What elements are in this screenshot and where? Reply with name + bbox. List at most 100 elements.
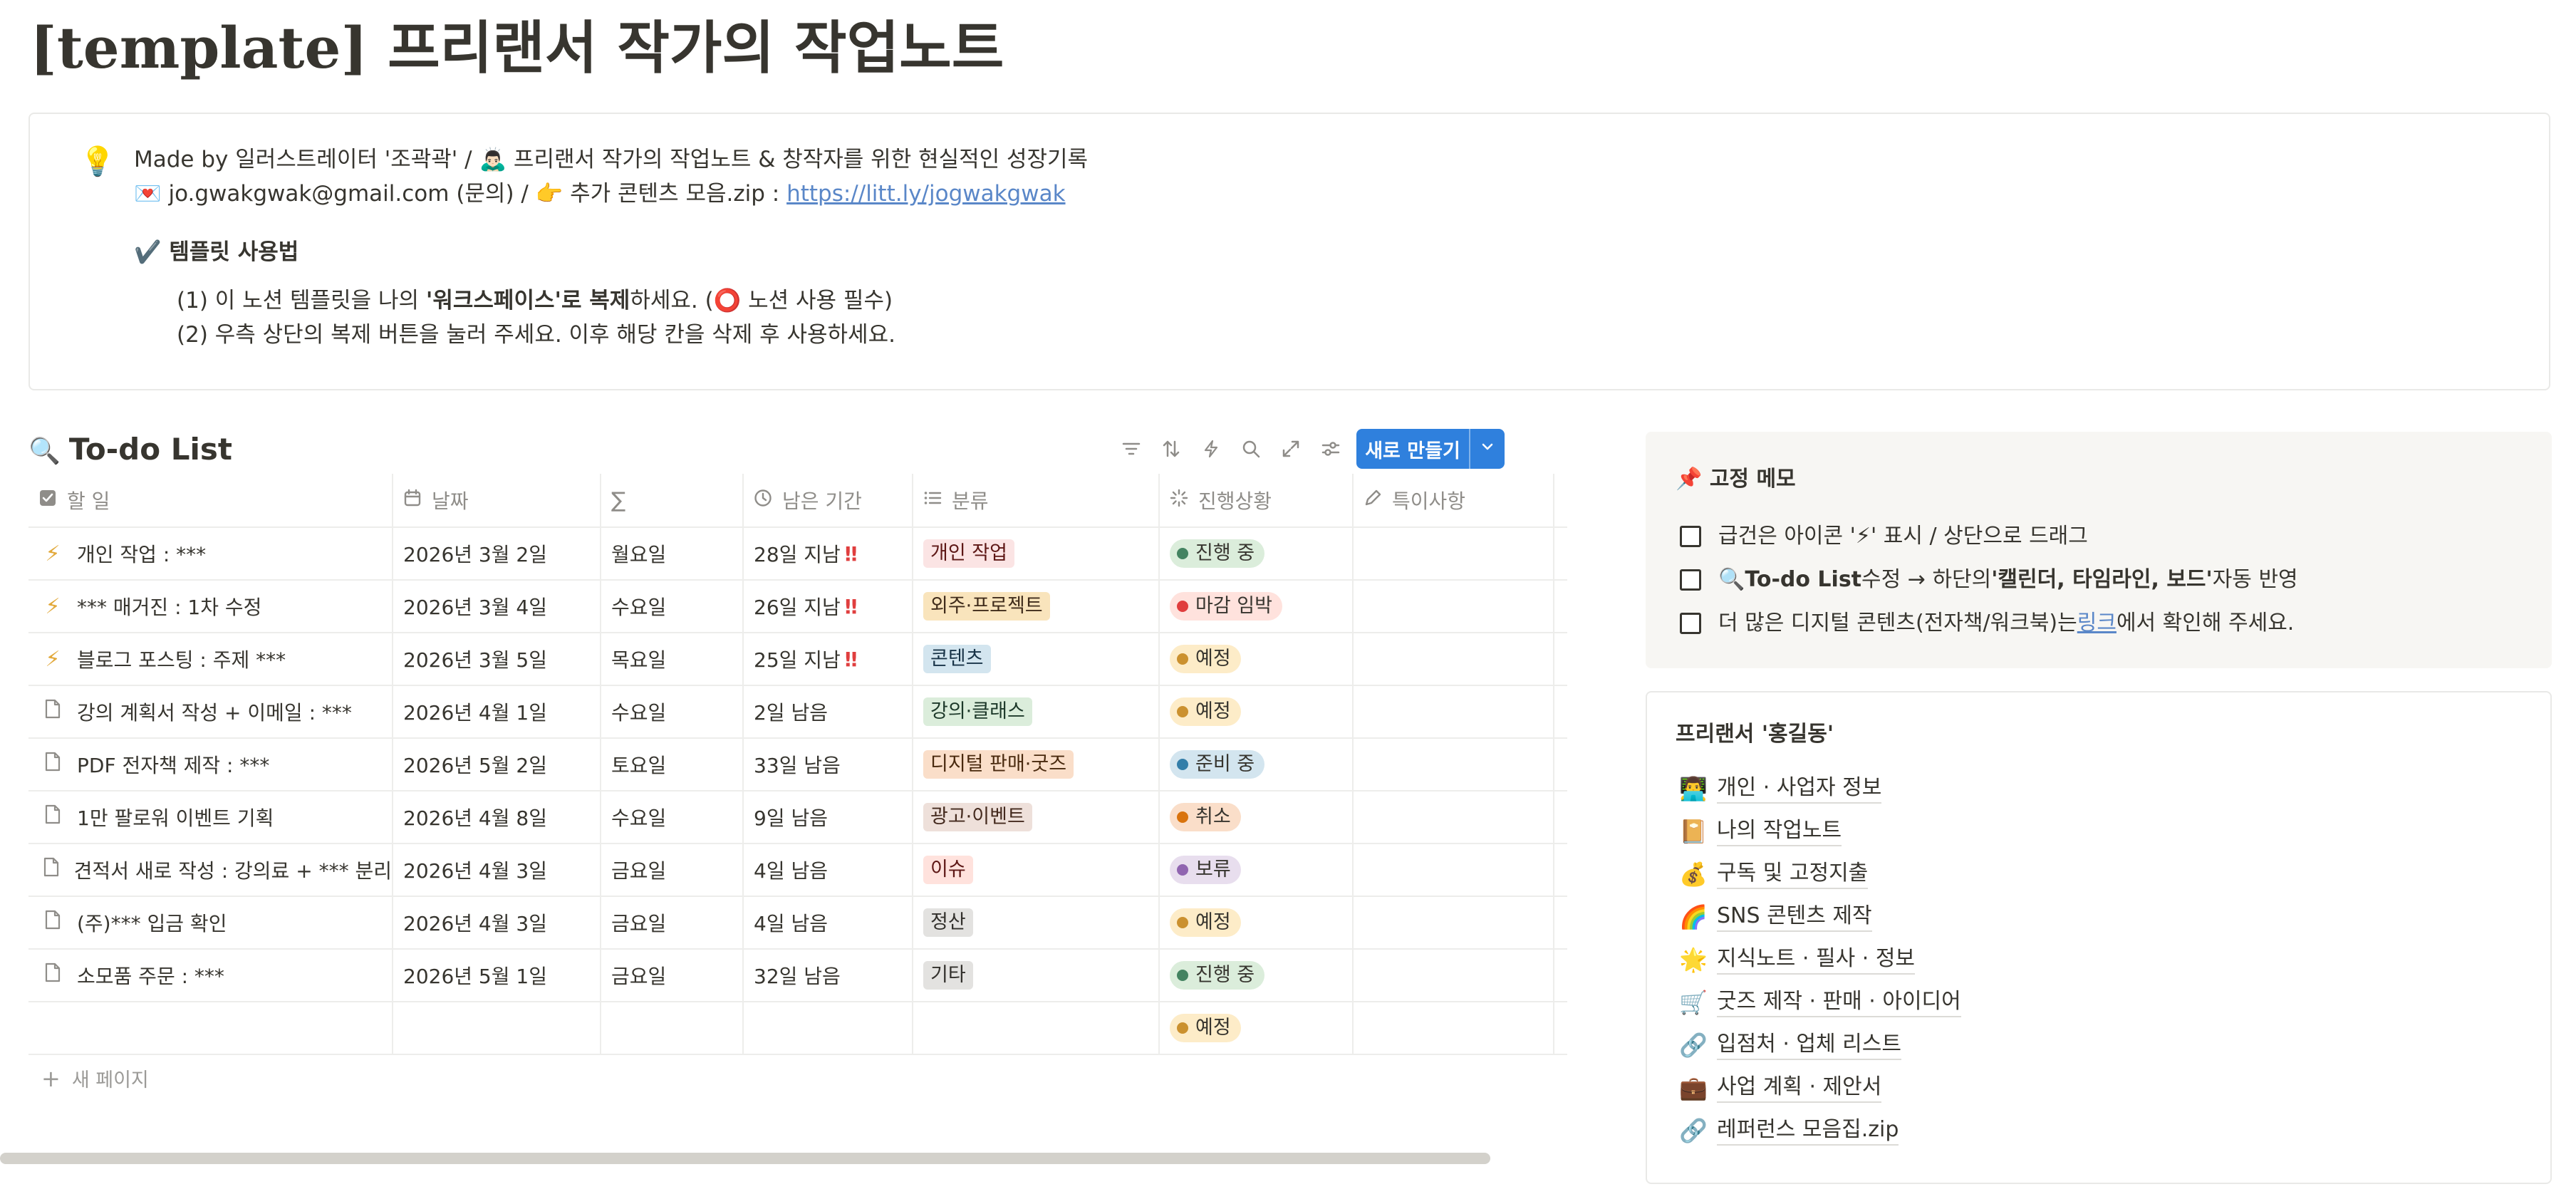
table-row[interactable]: 예정: [28, 1002, 1567, 1055]
table-row[interactable]: 1만 팔로워 이벤트 기획 2026년 4월 8일 수요일 9일 남음 광고·이벤트 취소: [28, 792, 1567, 844]
cell-task[interactable]: ⚡ *** 매거진 : 1차 수정: [28, 581, 393, 632]
cell-more[interactable]: [1554, 1002, 1567, 1054]
column-header-category[interactable]: 분류: [913, 474, 1160, 526]
cell-status[interactable]: 취소: [1160, 792, 1354, 843]
cell-weekday[interactable]: 금요일: [601, 950, 744, 1001]
profile-link[interactable]: 💼 사업 계획 · 제안서: [1678, 1070, 1882, 1106]
cell-notes[interactable]: [1354, 1002, 1554, 1054]
cell-date[interactable]: 2026년 5월 2일: [393, 739, 601, 790]
cell-task[interactable]: (주)*** 입금 확인: [28, 897, 393, 948]
cell-notes[interactable]: [1354, 792, 1554, 843]
profile-link[interactable]: 🌟 지식노트 · 필사 · 정보: [1678, 942, 1916, 977]
cell-task[interactable]: 소모품 주문 : ***: [28, 950, 393, 1001]
cell-category[interactable]: 정산: [913, 897, 1160, 948]
cell-date[interactable]: [393, 1002, 601, 1054]
cell-notes[interactable]: [1354, 950, 1554, 1001]
column-header-notes[interactable]: 특이사항: [1354, 474, 1554, 526]
profile-link[interactable]: 🛒 굿즈 제작 · 판매 · 아이디어: [1678, 985, 1961, 1020]
cell-notes[interactable]: [1354, 581, 1554, 632]
cell-date[interactable]: 2026년 4월 3일: [393, 844, 601, 896]
column-header-date[interactable]: 날짜: [393, 474, 601, 526]
cell-weekday[interactable]: 금요일: [601, 844, 744, 896]
cell-remaining[interactable]: 28일 지남 ‼: [744, 528, 913, 579]
cell-weekday[interactable]: 금요일: [601, 897, 744, 948]
column-header-status[interactable]: 진행상황: [1160, 474, 1354, 526]
cell-category[interactable]: [913, 1002, 1160, 1054]
cell-category[interactable]: 외주·프로젝트: [913, 581, 1160, 632]
cell-category[interactable]: 이슈: [913, 844, 1160, 896]
cell-category[interactable]: 기타: [913, 950, 1160, 1001]
cell-status[interactable]: 보류: [1160, 844, 1354, 896]
cell-more[interactable]: [1554, 792, 1567, 843]
cell-more[interactable]: [1554, 633, 1567, 685]
cell-notes[interactable]: [1354, 686, 1554, 737]
chevron-down-icon[interactable]: [1470, 439, 1505, 459]
cell-more[interactable]: [1554, 581, 1567, 632]
cell-more[interactable]: [1554, 686, 1567, 737]
cell-category[interactable]: 개인 작업: [913, 528, 1160, 579]
cell-status[interactable]: 진행 중: [1160, 950, 1354, 1001]
cell-date[interactable]: 2026년 5월 1일: [393, 950, 601, 1001]
cell-category[interactable]: 광고·이벤트: [913, 792, 1160, 843]
cell-remaining[interactable]: 4일 남음: [744, 844, 913, 896]
search-icon[interactable]: [1231, 429, 1271, 469]
cell-remaining[interactable]: 4일 남음: [744, 897, 913, 948]
cell-weekday[interactable]: [601, 1002, 744, 1054]
column-header-remaining[interactable]: 남은 기간: [744, 474, 913, 526]
todo-database-title[interactable]: 🔍 To-do List: [28, 425, 232, 477]
table-row[interactable]: 소모품 주문 : *** 2026년 5월 1일 금요일 32일 남음 기타 진행 중: [28, 950, 1567, 1002]
cell-task[interactable]: PDF 전자책 제작 : ***: [28, 739, 393, 790]
cell-notes[interactable]: [1354, 897, 1554, 948]
cell-task[interactable]: ⚡ 블로그 포스팅 : 주제 ***: [28, 633, 393, 685]
expand-icon[interactable]: [1271, 429, 1311, 469]
cell-weekday[interactable]: 토요일: [601, 739, 744, 790]
column-header-formula[interactable]: ∑: [601, 474, 744, 526]
filter-icon[interactable]: [1111, 429, 1151, 469]
table-row[interactable]: ⚡ 블로그 포스팅 : 주제 *** 2026년 3월 5일 목요일 25일 지남 ‼ 콘텐…: [28, 633, 1567, 686]
cell-task[interactable]: [28, 1002, 393, 1054]
cell-date[interactable]: 2026년 3월 5일: [393, 633, 601, 685]
cell-date[interactable]: 2026년 4월 3일: [393, 897, 601, 948]
cell-weekday[interactable]: 월요일: [601, 528, 744, 579]
cell-date[interactable]: 2026년 4월 1일: [393, 686, 601, 737]
new-button[interactable]: 새로 만들기: [1356, 429, 1505, 469]
cell-more[interactable]: [1554, 528, 1567, 579]
cell-task[interactable]: 견적서 새로 작성 : 강의료 + *** 분리: [28, 844, 393, 896]
cell-task[interactable]: 1만 팔로워 이벤트 기획: [28, 792, 393, 843]
cell-notes[interactable]: [1354, 844, 1554, 896]
cell-remaining[interactable]: 26일 지남 ‼: [744, 581, 913, 632]
cell-status[interactable]: 예정: [1160, 897, 1354, 948]
table-row[interactable]: PDF 전자책 제작 : *** 2026년 5월 2일 토요일 33일 남음 디지털 …: [28, 739, 1567, 792]
cell-more[interactable]: [1554, 897, 1567, 948]
cell-status[interactable]: 준비 중: [1160, 739, 1354, 790]
contact-link[interactable]: https://litt.ly/jogwakgwak: [786, 181, 1065, 207]
memo-checkbox[interactable]: [1680, 526, 1701, 547]
cell-remaining[interactable]: 33일 남음: [744, 739, 913, 790]
column-header-task[interactable]: 할 일: [28, 474, 393, 526]
cell-weekday[interactable]: 목요일: [601, 633, 744, 685]
cell-remaining[interactable]: 9일 남음: [744, 792, 913, 843]
cell-notes[interactable]: [1354, 633, 1554, 685]
profile-link[interactable]: 💰 구독 및 고정지출: [1678, 856, 1869, 892]
table-row[interactable]: 견적서 새로 작성 : 강의료 + *** 분리 2026년 4월 3일 금요일 4일…: [28, 844, 1567, 897]
cell-status[interactable]: 예정: [1160, 633, 1354, 685]
cell-category[interactable]: 강의·클래스: [913, 686, 1160, 737]
cell-more[interactable]: [1554, 950, 1567, 1001]
cell-more[interactable]: [1554, 739, 1567, 790]
cell-notes[interactable]: [1354, 528, 1554, 579]
cell-status[interactable]: 진행 중: [1160, 528, 1354, 579]
table-row[interactable]: ⚡ *** 매거진 : 1차 수정 2026년 3월 4일 수요일 26일 지남 ‼ 외주·…: [28, 581, 1567, 633]
settings-icon[interactable]: [1311, 429, 1351, 469]
cell-category[interactable]: 디지털 판매·굿즈: [913, 739, 1160, 790]
table-row[interactable]: (주)*** 입금 확인 2026년 4월 3일 금요일 4일 남음 정산 예정: [28, 897, 1567, 950]
cell-remaining[interactable]: 32일 남음: [744, 950, 913, 1001]
cell-more[interactable]: [1554, 844, 1567, 896]
column-header-more[interactable]: [1554, 474, 1567, 526]
cell-category[interactable]: 콘텐츠: [913, 633, 1160, 685]
cell-weekday[interactable]: 수요일: [601, 686, 744, 737]
memo-checkbox[interactable]: [1680, 613, 1701, 634]
cell-date[interactable]: 2026년 3월 4일: [393, 581, 601, 632]
profile-link[interactable]: 🔗 레퍼런스 모음집.zip: [1678, 1113, 1899, 1148]
cell-remaining[interactable]: [744, 1002, 913, 1054]
cell-remaining[interactable]: 2일 남음: [744, 686, 913, 737]
